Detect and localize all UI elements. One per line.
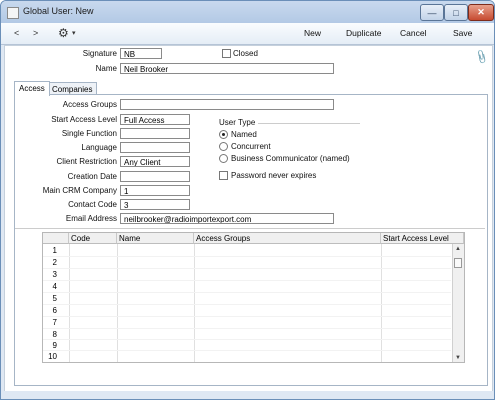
grid-row-line — [43, 268, 451, 269]
grid-row-line — [43, 292, 451, 293]
main-crm-company-label: Main CRM Company — [42, 186, 117, 195]
window-title: Global User: New — [23, 6, 94, 16]
language-field[interactable] — [120, 142, 190, 153]
grid-row-line — [43, 350, 451, 351]
duplicate-button[interactable]: Duplicate — [346, 28, 381, 38]
grid-header-access-groups[interactable]: Access Groups — [194, 233, 381, 244]
grid-row-number: 9 — [52, 341, 57, 350]
client-restriction-field[interactable]: Any Client — [120, 156, 190, 167]
main-crm-company-field[interactable]: 1 — [120, 185, 190, 196]
grid-row-number: 1 — [52, 246, 57, 255]
single-function-field[interactable] — [120, 128, 190, 139]
status-bar — [1, 391, 494, 399]
signature-label: Signature — [82, 49, 117, 58]
grid-vertical-scrollbar[interactable]: ▲ ▼ — [452, 244, 464, 362]
start-access-level-field[interactable]: Full Access — [120, 114, 190, 125]
gear-icon[interactable]: ⚙ — [58, 26, 69, 40]
scroll-thumb[interactable] — [454, 258, 462, 268]
start-access-level-label: Start Access Level — [51, 115, 117, 124]
grid-row-number: 3 — [52, 270, 57, 279]
email-address-label: Email Address — [65, 214, 117, 223]
radio-named[interactable] — [219, 130, 228, 139]
grid-row-line — [43, 339, 451, 340]
radio-business-communicator-label: Business Communicator (named) — [231, 154, 350, 163]
app-window: Global User: New — □ ✕ < > ⚙ ▾ New Dupli… — [0, 0, 495, 400]
radio-named-label: Named — [231, 130, 257, 139]
single-function-label: Single Function — [61, 129, 117, 138]
paperclip-icon[interactable]: 📎 — [473, 50, 489, 66]
password-never-expires-checkbox[interactable] — [219, 171, 228, 180]
back-arrow-icon[interactable]: < — [14, 28, 19, 38]
grid-header-name[interactable]: Name — [117, 233, 194, 244]
scroll-down-icon[interactable]: ▼ — [455, 355, 461, 361]
radio-concurrent-label: Concurrent — [231, 142, 271, 151]
grid-row-line — [43, 328, 451, 329]
grid-corner-header — [43, 233, 69, 244]
chevron-down-icon[interactable]: ▾ — [72, 29, 76, 37]
access-groups-field[interactable] — [120, 99, 334, 110]
client-restriction-label: Client Restriction — [56, 157, 117, 166]
grid-row-line — [43, 280, 451, 281]
access-grid[interactable]: Code Name Access Groups Start Access Lev… — [42, 232, 465, 363]
grid-row-line — [43, 316, 451, 317]
grid-row-number: 6 — [52, 306, 57, 315]
grid-header-code[interactable]: Code — [69, 233, 117, 244]
contact-code-label: Contact Code — [68, 200, 117, 209]
contact-code-field[interactable]: 3 — [120, 199, 190, 210]
grid-row-number: 8 — [52, 330, 57, 339]
scroll-up-icon[interactable]: ▲ — [455, 246, 461, 252]
title-bar[interactable]: Global User: New — □ ✕ — [1, 1, 494, 23]
app-icon — [7, 7, 19, 19]
section-divider — [15, 228, 485, 229]
radio-business-communicator[interactable] — [219, 154, 228, 163]
toolbar: < > ⚙ ▾ New Duplicate Cancel Save — [1, 23, 494, 45]
email-address-field[interactable]: neilbrooker@radioimportexport.com — [120, 213, 334, 224]
tab-access[interactable]: Access — [14, 81, 50, 96]
save-button[interactable]: Save — [453, 28, 472, 38]
signature-field[interactable]: NB — [120, 48, 162, 59]
grid-header-start-access-level[interactable]: Start Access Level — [381, 233, 464, 244]
name-field[interactable]: Neil Brooker — [120, 63, 334, 74]
creation-date-field[interactable] — [120, 171, 190, 182]
user-type-heading: User Type — [219, 118, 256, 127]
grid-row-number: 7 — [52, 318, 57, 327]
forward-arrow-icon[interactable]: > — [33, 28, 38, 38]
grid-row-number: 10 — [48, 352, 57, 361]
closed-label: Closed — [233, 49, 258, 58]
access-groups-label: Access Groups — [62, 100, 117, 109]
name-label: Name — [95, 64, 117, 73]
radio-concurrent[interactable] — [219, 142, 228, 151]
close-button[interactable]: ✕ — [468, 4, 494, 21]
grid-row-line — [43, 304, 451, 305]
grid-row-number: 2 — [52, 258, 57, 267]
grid-column-line — [69, 244, 70, 362]
grid-column-line — [381, 244, 382, 362]
record-form: 📎 Signature NB Closed Name Neil Brooker … — [4, 45, 493, 393]
group-divider — [258, 123, 360, 124]
grid-column-line — [117, 244, 118, 362]
grid-row-number: 5 — [52, 294, 57, 303]
grid-column-line — [194, 244, 195, 362]
new-button[interactable]: New — [304, 28, 321, 38]
password-never-expires-label: Password never expires — [231, 171, 317, 180]
grid-row-line — [43, 256, 451, 257]
cancel-button[interactable]: Cancel — [400, 28, 426, 38]
grid-row-number: 4 — [52, 282, 57, 291]
creation-date-label: Creation Date — [67, 172, 117, 181]
closed-checkbox[interactable] — [222, 49, 231, 58]
minimize-button[interactable]: — — [420, 4, 444, 21]
language-label: Language — [81, 143, 117, 152]
maximize-button[interactable]: □ — [444, 4, 468, 21]
